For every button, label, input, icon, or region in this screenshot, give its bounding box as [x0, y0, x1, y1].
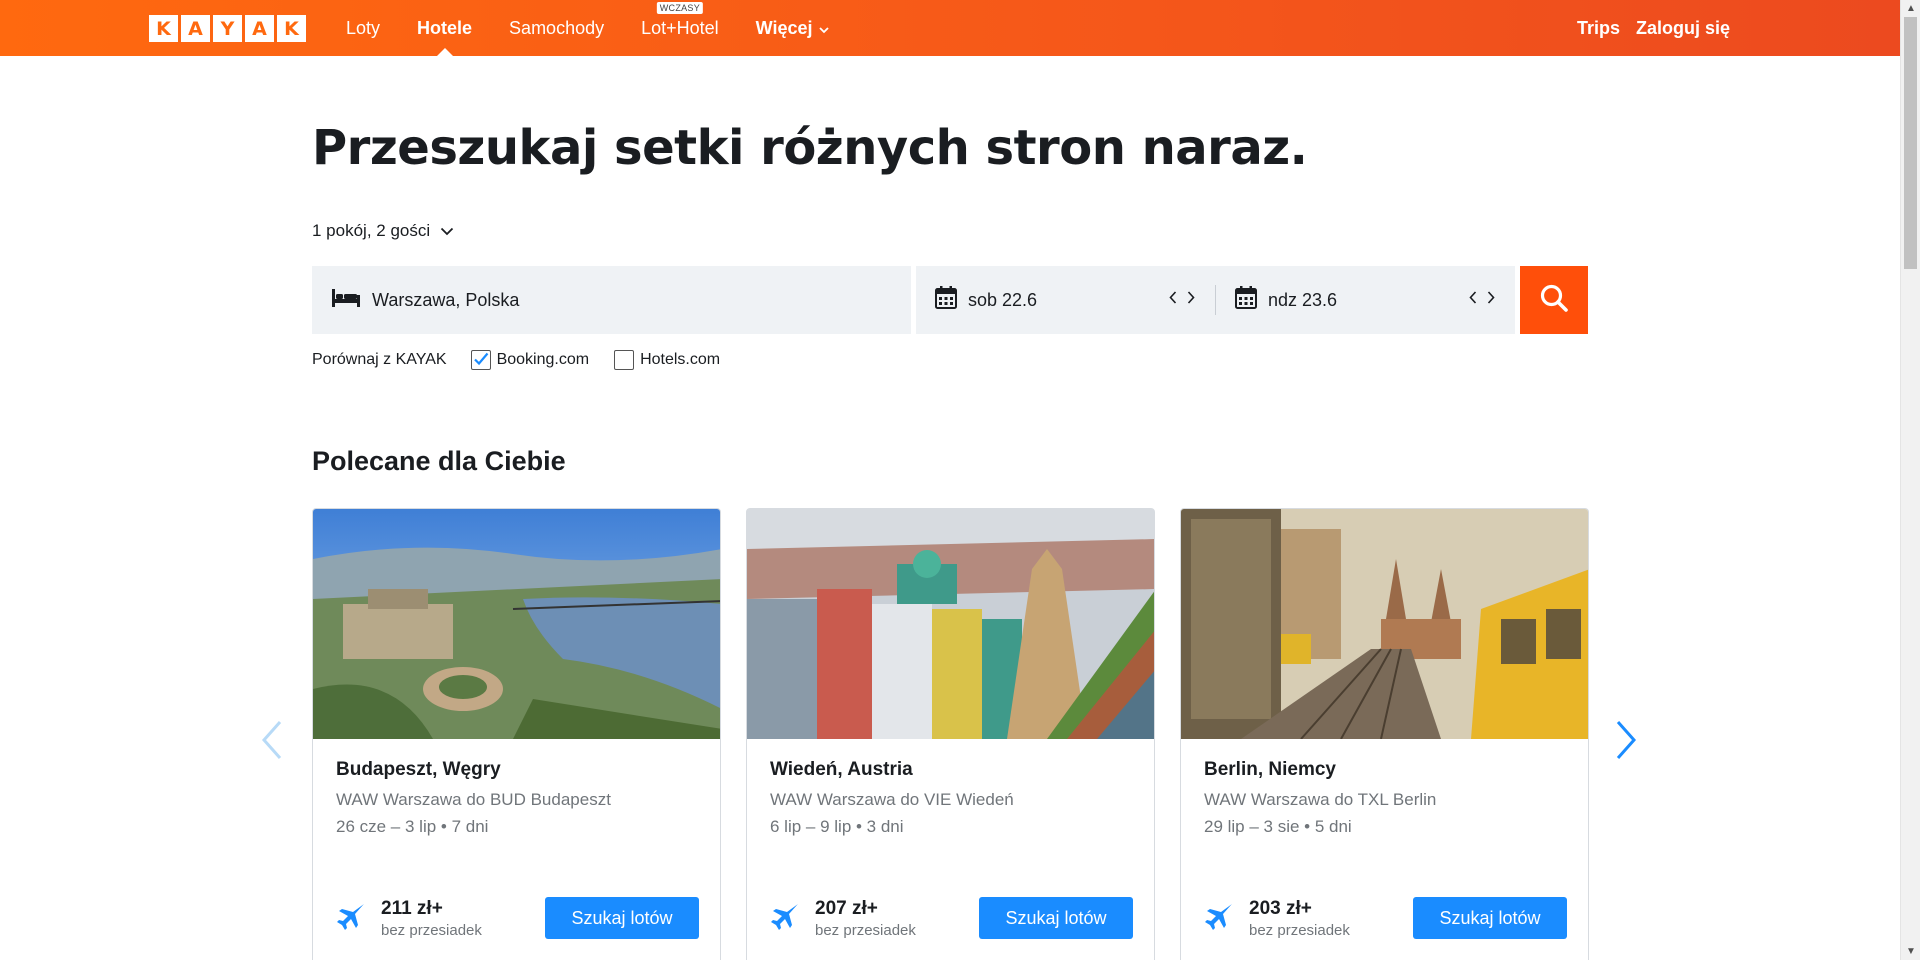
checkin-date-field[interactable]: sob 22.6: [916, 266, 1215, 334]
scroll-thumb[interactable]: [1904, 17, 1917, 269]
logo-letter: K: [277, 15, 306, 42]
card-dates: 29 lip – 3 sie • 5 dni: [1204, 817, 1352, 836]
destination-image: [313, 509, 720, 739]
plane-icon: [336, 901, 366, 936]
checkout-date-field[interactable]: ndz 23.6: [1216, 266, 1515, 334]
kayak-logo[interactable]: K A Y A K: [149, 15, 306, 42]
compare-with-kayak: Porównaj z KAYAK Booking.com Hotels.com: [312, 350, 745, 370]
vacation-badge: WCZASY: [656, 2, 704, 14]
scroll-down-icon[interactable]: ▼: [1901, 943, 1920, 960]
calendar-icon: [935, 286, 957, 314]
chevron-left-icon: [258, 721, 288, 766]
nav-label: Lot+Hotel: [641, 17, 719, 38]
hotel-search-form: Warszawa, Polska sob 22.6 ndz 23.6: [312, 266, 1588, 334]
trips-link[interactable]: Trips: [1577, 18, 1620, 39]
destination-card[interactable]: Berlin, Niemcy WAW Warszawa do TXL Berli…: [1180, 508, 1589, 960]
logo-letter: A: [245, 15, 274, 42]
price-value: 207 zł+: [815, 897, 878, 919]
card-route: WAW Warszawa do TXL Berlin: [1204, 790, 1437, 809]
carousel-prev-button[interactable]: [258, 718, 288, 762]
card-footer: 203 zł+ bez przesiadek Szukaj lotów: [1204, 896, 1567, 940]
dates-field: sob 22.6 ndz 23.6: [916, 266, 1515, 334]
scroll-up-icon[interactable]: ▲: [1901, 0, 1920, 17]
compare-label: Porównaj z KAYAK: [312, 351, 447, 368]
chevron-down-icon: [818, 18, 829, 39]
checkbox-label: Booking.com: [496, 351, 590, 368]
page-scrollbar[interactable]: ▲ ▼: [1900, 0, 1920, 960]
destination-image: [747, 509, 1154, 739]
nav-label: Loty: [346, 17, 381, 38]
search-button[interactable]: [1520, 266, 1588, 334]
price-block: 207 zł+ bez przesiadek: [815, 898, 916, 939]
chevron-down-icon: [440, 221, 454, 241]
nav-item-flight-hotel[interactable]: WCZASY Lot+Hotel: [641, 0, 719, 56]
destination-card[interactable]: Wiedeń, Austria WAW Warszawa do VIE Wied…: [746, 508, 1155, 960]
nav-label: Więcej: [755, 17, 813, 38]
checkout-value: ndz 23.6: [1268, 289, 1338, 310]
price-block: 211 zł+ bez przesiadek: [381, 898, 482, 939]
recommendation-cards: Budapeszt, Węgry WAW Warszawa do BUD Bud…: [312, 508, 1589, 960]
booking-checkbox[interactable]: Booking.com: [470, 350, 590, 370]
card-title: Berlin, Niemcy: [1204, 759, 1336, 780]
search-icon: [1539, 283, 1569, 318]
search-flights-button[interactable]: Szukaj lotów: [1413, 897, 1567, 939]
login-link[interactable]: Zaloguj się: [1636, 18, 1730, 39]
checkin-steppers: [1169, 291, 1195, 309]
nav-item-more[interactable]: Więcej: [756, 0, 829, 56]
card-footer: 207 zł+ bez przesiadek Szukaj lotów: [770, 896, 1133, 940]
logo-letter: K: [149, 15, 178, 42]
nav-label: Samochody: [509, 17, 605, 38]
carousel-next-button[interactable]: [1610, 718, 1640, 762]
checkbox-box: [614, 350, 635, 370]
chevron-right-icon[interactable]: [1487, 291, 1495, 309]
rooms-guests-label: 1 pokój, 2 gości: [312, 221, 431, 240]
price-value: 211 zł+: [381, 897, 443, 919]
destination-image: [1181, 509, 1588, 739]
search-flights-button[interactable]: Szukaj lotów: [545, 897, 699, 939]
page-title: Przeszukaj setki różnych stron naraz.: [312, 120, 1308, 176]
price-note: bez przesiadek: [381, 921, 482, 939]
checkbox-box: [470, 350, 491, 370]
chevron-left-icon[interactable]: [1469, 291, 1477, 309]
nav-item-cars[interactable]: Samochody: [509, 0, 604, 56]
search-flights-button[interactable]: Szukaj lotów: [979, 897, 1133, 939]
hotelscom-checkbox[interactable]: Hotels.com: [614, 350, 720, 370]
plane-icon: [1204, 901, 1234, 936]
rooms-guests-dropdown[interactable]: 1 pokój, 2 gości: [312, 221, 454, 241]
bed-icon: [331, 288, 361, 313]
price-block: 203 zł+ bez przesiadek: [1249, 898, 1350, 939]
checkout-steppers: [1469, 291, 1495, 309]
chevron-left-icon[interactable]: [1169, 291, 1177, 309]
destination-card[interactable]: Budapeszt, Węgry WAW Warszawa do BUD Bud…: [312, 508, 721, 960]
chevron-right-icon[interactable]: [1187, 291, 1195, 309]
section-title: Polecane dla Ciebie: [312, 446, 566, 476]
card-route: WAW Warszawa do BUD Budapeszt: [336, 790, 611, 809]
nav-item-hotels[interactable]: Hotele: [417, 0, 472, 56]
card-dates: 6 lip – 9 lip • 3 dni: [770, 817, 904, 836]
nav-label: Hotele: [417, 17, 473, 38]
card-route: WAW Warszawa do VIE Wiedeń: [770, 790, 1014, 809]
plane-icon: [770, 901, 800, 936]
price-note: bez przesiadek: [815, 921, 916, 939]
top-bar: K A Y A K Loty Hotele Samochody WCZASY L…: [0, 0, 1900, 56]
nav-item-flights[interactable]: Loty: [346, 0, 380, 56]
card-title: Wiedeń, Austria: [770, 759, 913, 780]
card-title: Budapeszt, Węgry: [336, 759, 501, 780]
checkin-value: sob 22.6: [968, 289, 1038, 310]
price-value: 203 zł+: [1249, 897, 1312, 919]
destination-field[interactable]: Warszawa, Polska: [312, 266, 911, 334]
main-nav: Loty Hotele Samochody WCZASY Lot+Hotel W…: [346, 0, 866, 56]
price-note: bez przesiadek: [1249, 921, 1350, 939]
account-nav: Trips Zaloguj się: [1577, 0, 1730, 56]
checkbox-label: Hotels.com: [640, 351, 721, 368]
calendar-icon: [1235, 286, 1257, 314]
chevron-right-icon: [1610, 721, 1640, 766]
logo-letter: Y: [213, 15, 242, 42]
card-dates: 26 cze – 3 lip • 7 dni: [336, 817, 489, 836]
logo-letter: A: [181, 15, 210, 42]
card-footer: 211 zł+ bez przesiadek Szukaj lotów: [336, 896, 699, 940]
destination-value: Warszawa, Polska: [372, 289, 520, 310]
